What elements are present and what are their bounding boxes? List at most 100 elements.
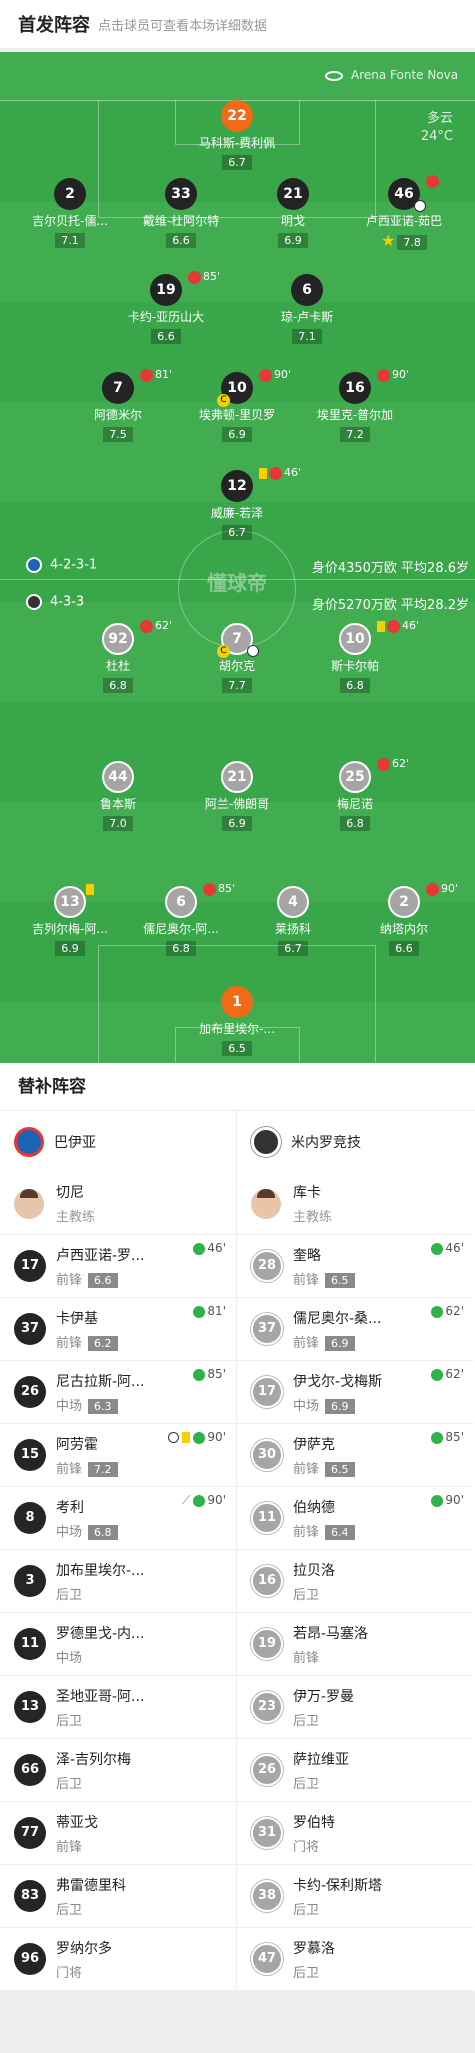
bench-number-badge: 26 [251,1754,283,1786]
bench-player-row[interactable]: 8 考利 中场 6.8 ⟋ 90' [0,1487,236,1550]
player-rating: 6.8 [103,678,133,693]
home-team-row[interactable]: 巴伊亚 [0,1111,236,1173]
player-name: 儒尼奥尔-阿... [143,922,219,936]
sub-out-icon [426,882,439,896]
player-card[interactable]: 19 85' 卡约-亚历山大 6.6 [106,270,226,344]
bench-player-name: 泽-吉列尔梅 [56,1751,132,1768]
player-number-badge: 21 [277,178,309,210]
bench-player-row[interactable]: 19 若昂-马塞洛 前锋 [237,1613,474,1676]
stadium-name: Arena Fonte Nova [351,68,459,82]
temperature-text: 24°C [420,129,453,144]
sub-out-icon [203,882,216,896]
away-team-row[interactable]: 米内罗竞技 [237,1111,474,1173]
bench-player-position: 后卫 [56,1587,83,1603]
player-card[interactable]: 12 46' 威廉-若泽 6.7 [177,466,301,540]
bench-player-name: 卡伊基 [56,1310,98,1327]
sub-out-minute: 90' [274,368,292,381]
player-card[interactable]: 13 吉列尔梅-阿... 6.9 [10,884,130,956]
player-card[interactable]: 6 琼-卢卡斯 7.1 [247,274,367,344]
player-number-badge: 1 [221,986,253,1018]
player-name: 莱扬科 [274,922,311,936]
bench-player-position: 前锋 [56,1461,83,1477]
bench-player-row[interactable]: 16 拉贝洛 后卫 [237,1550,474,1613]
bench-player-rating: 7.2 [88,1461,118,1477]
bench-player-row[interactable]: 37 卡伊基 前锋 6.2 81' [0,1298,236,1361]
bench-player-row[interactable]: 30 伊萨克 前锋 6.5 85' [237,1424,474,1487]
bench-player-row[interactable]: 11 罗德里戈-内... 中场 [0,1613,236,1676]
goal-ball-icon [414,200,426,212]
bench-player-row[interactable]: 17 伊戈尔-戈梅斯 中场 6.9 62' [237,1361,474,1424]
player-card[interactable]: 7 C 胡尔克 7.7 [177,623,297,693]
bench-player-row[interactable]: 17 卢西亚诺-罗... 前锋 6.6 46' [0,1235,236,1298]
bench-number-badge: 83 [14,1880,46,1912]
bench-player-row[interactable]: 38 卡约-保利斯塔 后卫 [237,1865,474,1928]
bench-player-row[interactable]: 15 阿劳霍 前锋 7.2 90' [0,1424,236,1487]
goal-ball-icon [247,645,259,657]
player-name: 埃弗顿-里贝罗 [198,408,276,422]
bench-player-position: 门将 [293,1839,320,1855]
player-card[interactable]: 44 鲁本斯 7.0 [58,761,178,831]
sub-out-minute: 85' [203,270,221,283]
player-card[interactable]: 10 90' C 埃弗顿-里贝罗 6.9 [177,368,297,442]
bench-player-row[interactable]: 96 罗纳尔多 门将 [0,1928,236,1991]
yellow-card-icon [259,467,267,479]
bench-player-name: 若昂-马塞洛 [293,1625,369,1642]
bench-player-position: 门将 [56,1965,83,1981]
bench-player-row[interactable]: 77 蒂亚戈 前锋 [0,1802,236,1865]
player-number-badge: 2 [388,886,420,918]
coach-avatar [14,1188,44,1219]
player-card[interactable]: 10 46' 斯卡尔帕 6.8 [295,619,419,693]
player-rating: 6.7 [222,525,252,540]
player-card[interactable]: 92 62' 杜杜 6.8 [58,619,178,693]
player-card[interactable]: 21 明戈 6.9 [233,178,353,248]
sub-in-icon [193,1305,206,1318]
bench-player-row[interactable]: 28 奎略 前锋 6.5 46' [237,1235,474,1298]
sub-out-minute: 90' [441,882,459,895]
away-coach[interactable]: 库卡 主教练 [237,1173,474,1235]
sub-in-minute: 46' [207,1241,226,1255]
player-card[interactable]: 22 马科斯-费利佩 6.7 [177,100,297,170]
player-card[interactable]: 46 卢西亚诺-茹巴 ★ 7.8 [344,174,464,250]
bench-player-row[interactable]: 3 加布里埃尔-... 后卫 [0,1550,236,1613]
bench-number-badge: 11 [251,1502,283,1534]
bench-player-row[interactable]: 26 萨拉维亚 后卫 [237,1739,474,1802]
yellow-card-icon [86,884,94,895]
bench-player-row[interactable]: 83 弗雷德里科 后卫 [0,1865,236,1928]
player-card[interactable]: 1 加布里埃尔-... 6.5 [177,986,297,1056]
pitch: Arena Fonte Nova 多云 24°C 懂球帝 4-2-3-1 身价4… [0,52,475,1063]
player-card[interactable]: 25 62' 梅尼诺 6.8 [295,757,415,831]
player-name: 马科斯-费利佩 [198,136,276,150]
bench-player-row[interactable]: 13 圣地亚哥-阿... 后卫 [0,1676,236,1739]
player-rating: 6.6 [389,941,419,956]
bench-player-row[interactable]: 47 罗慕洛 后卫 [237,1928,474,1991]
bench-player-row[interactable]: 23 伊万-罗曼 后卫 [237,1676,474,1739]
player-rating: 6.9 [222,427,252,442]
player-number-badge: 7 [102,372,134,404]
away-team-badge-icon [26,594,42,610]
player-number-badge: 10 [339,623,371,655]
player-card[interactable]: 7 81' 阿德米尔 7.5 [58,368,178,442]
home-team-logo-icon [14,1127,44,1157]
player-card[interactable]: 2 吉尔贝托-儒... 7.1 [10,178,130,248]
bench-player-name: 拉贝洛 [293,1562,335,1579]
player-card[interactable]: 6 85' 儒尼奥尔-阿... 6.8 [121,882,241,956]
player-card[interactable]: 21 阿兰-佛朗哥 6.9 [177,761,297,831]
bench-player-row[interactable]: 11 伯纳德 前锋 6.4 90' [237,1487,474,1550]
player-card[interactable]: 16 90' 埃里克-普尔加 7.2 [295,368,415,442]
bench-player-row[interactable]: 66 泽-吉列尔梅 后卫 [0,1739,236,1802]
bench-number-badge: 8 [14,1502,46,1534]
home-coach[interactable]: 切尼 主教练 [0,1173,236,1235]
captain-badge: C [217,394,230,407]
bench-player-row[interactable]: 31 罗伯特 门将 [237,1802,474,1865]
bench-number-badge: 17 [251,1376,283,1408]
substitutes-section: 替补阵容 巴伊亚 切尼 主教练 17 卢西亚诺-罗... 前锋 6.6 46' 37 卡伊基前… [0,1063,475,1991]
player-card[interactable]: 2 90' 纳塔内尔 6.6 [344,882,464,956]
bench-number-badge: 38 [251,1880,283,1912]
player-card[interactable]: 33 戴维-杜阿尔特 6.6 [121,178,241,248]
player-name: 阿德米尔 [93,408,142,422]
bench-player-name: 罗纳尔多 [56,1940,112,1957]
bench-player-row[interactable]: 37 儒尼奥尔-桑... 前锋 6.9 62' [237,1298,474,1361]
player-card[interactable]: 4 莱扬科 6.7 [233,886,353,956]
player-rating: 7.8 [397,235,427,250]
bench-player-row[interactable]: 26 尼古拉斯-阿... 中场 6.3 85' [0,1361,236,1424]
